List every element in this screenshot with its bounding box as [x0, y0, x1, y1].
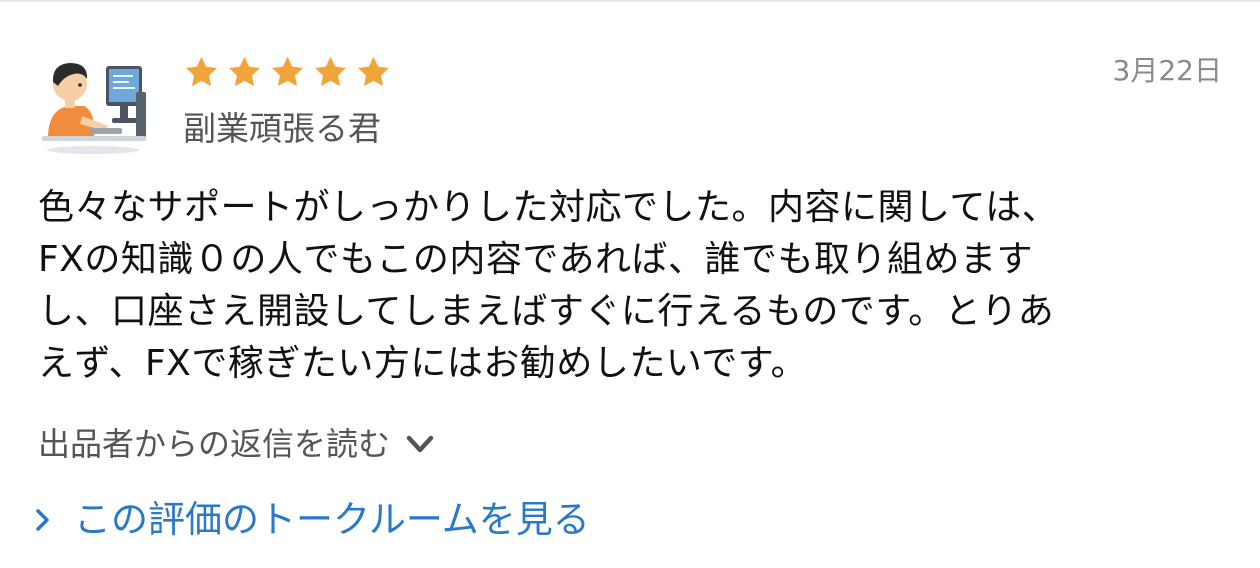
- review-body-line: 色々なサポートがしっかりした対応でした。内容に関しては、: [38, 187, 1059, 228]
- reviewer-name: 副業頑張る君: [183, 109, 381, 148]
- star-icon: [358, 56, 389, 87]
- view-talk-room-link[interactable]: この評価のトークルームを見る: [34, 494, 590, 546]
- user-avatar: [38, 52, 148, 156]
- review-body: 色々なサポートがしっかりした対応でした。内容に関しては、 FXの知識０の人でもこ…: [38, 182, 1228, 390]
- star-rating: [183, 54, 392, 90]
- star-icon: [229, 56, 260, 87]
- star-icon: [186, 56, 217, 87]
- review-body-line: えず、FXで稼ぎたい方にはお勧めしたいです。: [38, 343, 808, 384]
- review-date: 3月22日: [1112, 54, 1222, 87]
- person-at-computer-icon: [42, 63, 146, 154]
- star-icon: [315, 56, 346, 87]
- review-body-line: FXの知識０の人でもこの内容であれば、誰でも取り組めます: [38, 239, 1034, 280]
- review-card: 3月22日 副業頑張る君 色々なサポートがしっかりした対応でした。内容に関しては…: [0, 0, 1260, 568]
- chevron-down-icon: [406, 435, 434, 453]
- read-seller-reply-label: 出品者からの返信を読む: [38, 425, 391, 463]
- read-seller-reply-button[interactable]: 出品者からの返信を読む: [38, 421, 436, 467]
- chevron-right-icon: [36, 509, 49, 531]
- view-talk-room-label: この評価のトークルームを見る: [74, 498, 590, 541]
- review-body-line: し、口座さえ開設してしまえばすぐに行えるものです。とりあ: [38, 291, 1055, 332]
- star-icon: [272, 56, 303, 87]
